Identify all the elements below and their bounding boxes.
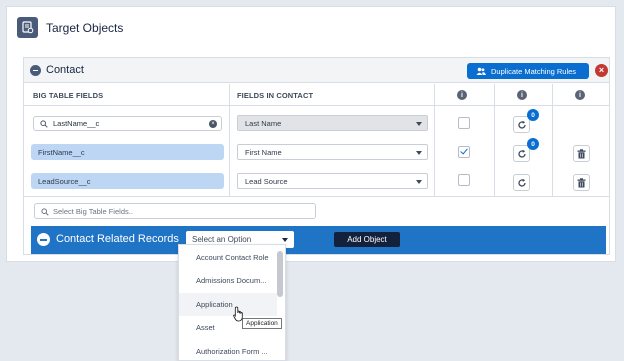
- match-checkbox[interactable]: [458, 146, 470, 158]
- big-table-field-chip[interactable]: FirstName__c: [31, 144, 224, 160]
- divider: [494, 84, 495, 196]
- contact-field-value: First Name: [245, 147, 282, 157]
- search-icon: [40, 119, 48, 128]
- refresh-button[interactable]: [513, 174, 530, 191]
- big-table-field-value: FirstName__c: [38, 147, 85, 157]
- refresh-icon: [517, 178, 526, 187]
- refresh-icon: [517, 120, 526, 129]
- count-badge: 0: [527, 138, 539, 150]
- object-settings-icon: [17, 17, 38, 38]
- count-badge: 0: [527, 109, 539, 121]
- big-table-field-value: LastName__c: [53, 119, 100, 128]
- contact-related-records-bar: Contact Related Records Select an Option…: [31, 226, 606, 254]
- column-big-table-fields: BIG TABLE FIELDS: [33, 91, 104, 100]
- add-object-button[interactable]: Add Object: [334, 232, 400, 247]
- panel-title: Contact: [46, 64, 84, 76]
- contact-field-select[interactable]: Last Name: [237, 115, 428, 131]
- page-title: Target Objects: [46, 20, 124, 35]
- collapse-icon[interactable]: [37, 233, 50, 246]
- contact-field-select[interactable]: First Name: [237, 144, 428, 160]
- related-object-dropdown: Account Contact Role Admissions Docum...…: [178, 244, 286, 361]
- chevron-down-icon: [416, 151, 422, 155]
- divider: [434, 84, 435, 196]
- big-table-field-value: LeadSource__c: [38, 176, 91, 186]
- close-icon[interactable]: ×: [595, 64, 608, 77]
- duplicate-matching-rules-button[interactable]: Duplicate Matching Rules: [467, 63, 589, 79]
- contact-field-value: Lead Source: [245, 176, 288, 186]
- match-checkbox[interactable]: [458, 117, 470, 129]
- search-icon: [41, 208, 49, 216]
- match-checkbox[interactable]: [458, 174, 470, 186]
- info-icon[interactable]: i: [457, 90, 467, 100]
- info-icon[interactable]: i: [517, 90, 527, 100]
- divider: [552, 84, 553, 196]
- big-table-field-chip[interactable]: LeadSource__c: [31, 173, 224, 189]
- field-table-header: BIG TABLE FIELDS FIELDS IN CONTACT i i i: [24, 84, 609, 106]
- contact-field-select[interactable]: Lead Source: [237, 173, 428, 189]
- info-icon[interactable]: i: [575, 90, 585, 100]
- clear-icon[interactable]: ×: [209, 120, 217, 128]
- duplicate-button-label: Duplicate Matching Rules: [491, 66, 577, 76]
- related-records-title: Contact Related Records: [56, 233, 179, 245]
- tooltip: Application: [242, 318, 282, 329]
- chevron-down-icon: [282, 238, 288, 242]
- select-value: Select an Option: [192, 235, 252, 244]
- big-table-field-input[interactable]: LastName__c ×: [33, 116, 222, 131]
- collapse-icon[interactable]: [30, 65, 41, 76]
- refresh-icon: [517, 149, 526, 158]
- chevron-down-icon: [416, 180, 422, 184]
- divider: [229, 84, 230, 196]
- dropdown-option[interactable]: Application: [179, 293, 277, 316]
- scrollbar[interactable]: [277, 251, 283, 297]
- contact-field-value: Last Name: [245, 118, 282, 128]
- search-placeholder: Select Big Table Fields..: [53, 206, 133, 216]
- delete-button[interactable]: [573, 174, 590, 191]
- column-fields-in-contact: FIELDS IN CONTACT: [237, 91, 314, 100]
- divider: [24, 196, 609, 197]
- contact-panel: Contact Duplicate Matching Rules × BIG T…: [23, 57, 610, 255]
- big-table-fields-search[interactable]: Select Big Table Fields..: [34, 203, 316, 219]
- dropdown-option[interactable]: Authorization Form ...: [179, 340, 277, 360]
- chevron-down-icon: [416, 122, 422, 126]
- target-objects-card: Target Objects Contact Duplicate Matchin…: [6, 6, 616, 262]
- delete-button[interactable]: [573, 145, 590, 162]
- dropdown-option[interactable]: Admissions Docum...: [179, 269, 277, 292]
- trash-icon: [577, 148, 586, 158]
- users-icon: [476, 67, 486, 75]
- trash-icon: [577, 177, 586, 187]
- card-header: Target Objects: [17, 17, 123, 38]
- dropdown-option[interactable]: Account Contact Role: [179, 246, 277, 269]
- contact-panel-header: Contact Duplicate Matching Rules ×: [24, 58, 609, 83]
- hand-cursor-icon: [233, 306, 243, 322]
